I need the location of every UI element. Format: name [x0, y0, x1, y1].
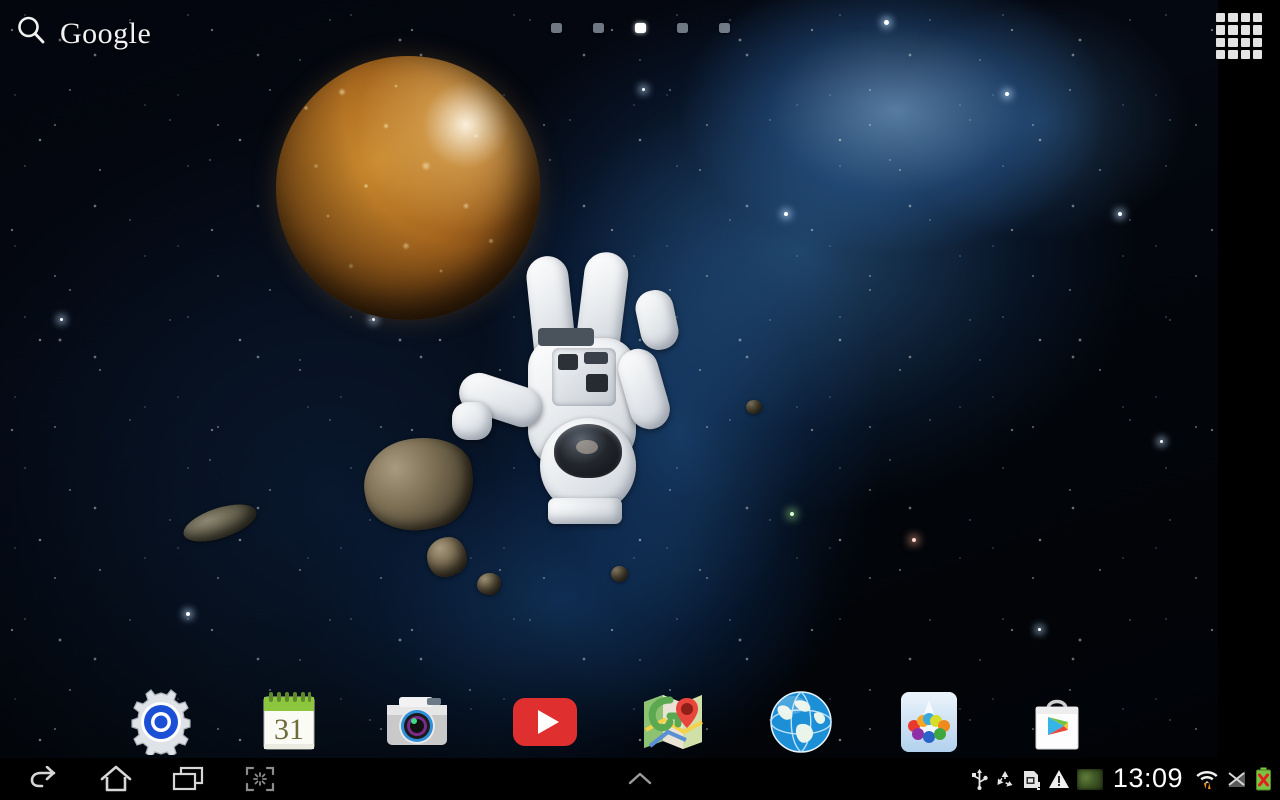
- settings-gear-icon[interactable]: [125, 686, 197, 758]
- bright-star-green: [790, 512, 794, 516]
- asteroid-small: [477, 573, 501, 595]
- page-dot-5[interactable]: [718, 23, 730, 33]
- sd-card-alert-icon: [1022, 769, 1041, 790]
- asteroid-tiny: [746, 400, 762, 414]
- bright-star: [1118, 212, 1122, 216]
- status-clock: 13:09: [1112, 762, 1183, 793]
- youtube-icon[interactable]: [509, 686, 581, 758]
- recent-apps-icon[interactable]: [152, 758, 224, 800]
- bright-star: [1160, 440, 1163, 443]
- page-dot-2[interactable]: [592, 23, 604, 33]
- samsung-apps-icon[interactable]: [893, 686, 965, 758]
- bright-star: [60, 318, 63, 321]
- astronaut-glove-right: [632, 286, 682, 354]
- warning-triangle-icon: [1048, 769, 1070, 789]
- bright-star: [1038, 628, 1041, 631]
- navigation-buttons: [0, 758, 296, 800]
- play-store-icon[interactable]: [1021, 686, 1093, 758]
- astronaut-equipment-dark: [538, 328, 594, 346]
- astronaut-equipment-dark: [558, 354, 578, 370]
- apps-grid-icon[interactable]: [1216, 13, 1262, 59]
- maps-icon[interactable]: [637, 686, 709, 758]
- home-screen: Google 31 13:09: [0, 0, 1280, 800]
- asteroid-tiny: [611, 566, 628, 582]
- asteroid-medium: [427, 537, 467, 577]
- mobile-signal-off-icon: [1226, 769, 1248, 789]
- back-arrow-icon[interactable]: [8, 758, 80, 800]
- bright-star: [784, 212, 788, 216]
- page-dot-4[interactable]: [676, 23, 688, 33]
- status-bar-icons[interactable]: 13:09: [971, 763, 1272, 796]
- astronaut-lower-unit: [548, 498, 622, 524]
- wallpaper: [0, 0, 1218, 758]
- astronaut-equipment-dark: [584, 352, 608, 364]
- bright-star: [186, 612, 190, 616]
- astronaut-visor-reflection: [576, 440, 598, 454]
- bright-star: [372, 318, 375, 321]
- astronaut-glove-left: [452, 402, 492, 440]
- usb-icon: [971, 768, 988, 790]
- page-dot-3-active[interactable]: [634, 23, 646, 33]
- bright-star: [1005, 92, 1009, 96]
- astronaut-equipment-dark: [586, 374, 608, 392]
- google-brand-text: Google: [60, 16, 152, 50]
- bright-star: [642, 88, 645, 91]
- page-dot-1[interactable]: [550, 23, 562, 33]
- camera-icon[interactable]: [381, 686, 453, 758]
- chevron-up-icon: [628, 772, 652, 785]
- system-navigation-bar: 13:09: [0, 758, 1280, 800]
- screen-capture-icon[interactable]: [224, 758, 296, 800]
- search-icon[interactable]: [14, 14, 48, 53]
- globe-browser-icon[interactable]: [765, 686, 837, 758]
- recycle-icon: [995, 769, 1015, 789]
- battery-error-icon: [1255, 767, 1272, 791]
- screen-right-letterbox: [1218, 0, 1280, 758]
- calendar-day-number: 31: [274, 713, 304, 746]
- astronaut: [452, 249, 710, 530]
- photo-thumbnail-icon: [1076, 768, 1103, 790]
- google-search-widget[interactable]: Google: [14, 14, 151, 53]
- page-indicator: [0, 23, 1280, 33]
- bright-star-red: [912, 538, 916, 542]
- wifi-data-transfer-icon: [1195, 767, 1219, 791]
- calendar-icon[interactable]: 31: [253, 686, 325, 758]
- home-icon[interactable]: [80, 758, 152, 800]
